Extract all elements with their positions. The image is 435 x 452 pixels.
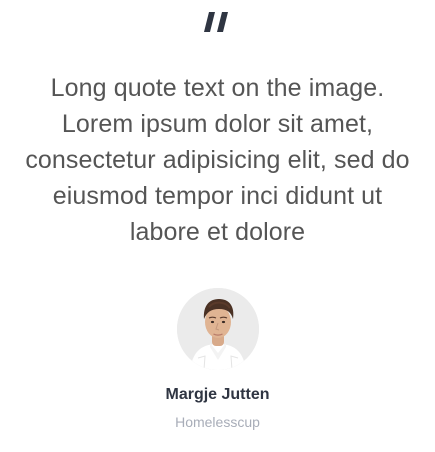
quote-line: eiusmod tempor inci didunt ut bbox=[52, 182, 383, 210]
avatar bbox=[177, 288, 259, 370]
quote-line: Lorem ipsum dolor sit amet, bbox=[61, 110, 374, 138]
quote-line: consectetur adipisicing elit, sed do bbox=[25, 146, 410, 174]
quote-line: Long quote text on the image. bbox=[50, 74, 385, 102]
quote-icon bbox=[0, 12, 435, 37]
quote-line: labore et dolore bbox=[129, 218, 306, 246]
testimonial-quote: Long quote text on the image. Lorem ipsu… bbox=[6, 70, 429, 250]
person-avatar-icon bbox=[177, 288, 259, 370]
testimonial-card: Long quote text on the image. Lorem ipsu… bbox=[0, 0, 435, 452]
author-company: Homelesscup bbox=[175, 414, 260, 430]
author-name: Margje Jutten bbox=[165, 386, 270, 403]
